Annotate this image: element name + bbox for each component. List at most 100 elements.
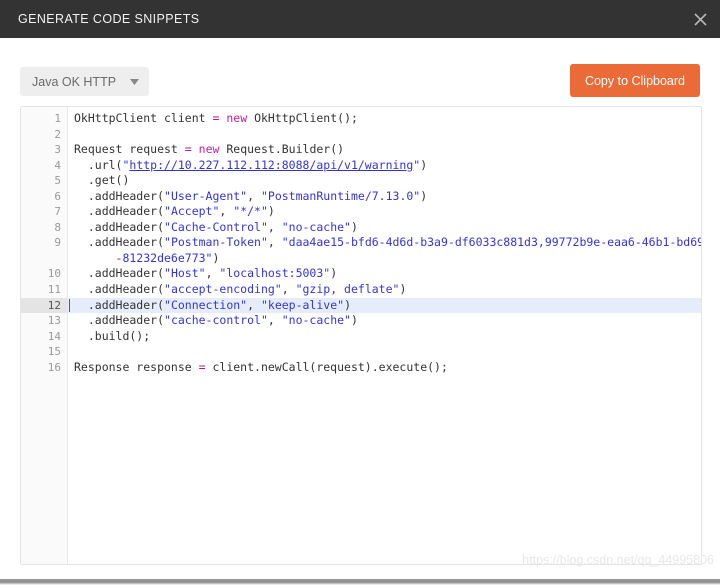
code-line[interactable]: .url("http://10.227.112.112:8088/api/v1/… <box>68 158 701 174</box>
code-token: "gzip, deflate" <box>295 282 400 297</box>
close-icon[interactable] <box>688 7 712 31</box>
code-token: new <box>198 142 220 157</box>
code-token: , <box>247 297 261 312</box>
code-token: .url( <box>74 157 123 172</box>
code-token: ) <box>420 157 428 172</box>
code-token: , <box>247 188 261 203</box>
code-token: "PostmanRuntime/7.13.0" <box>260 188 421 203</box>
code-line[interactable]: .addHeader("User-Agent", "PostmanRuntime… <box>68 189 701 205</box>
code-line[interactable]: .build(); <box>68 329 701 345</box>
line-number: 4 <box>54 158 61 172</box>
code-token: .addHeader( <box>74 188 165 203</box>
line-number <box>21 251 67 267</box>
code-token: "Connection" <box>164 297 248 312</box>
code-token: "*/*" <box>233 204 268 219</box>
code-token: = <box>184 142 192 157</box>
line-number-empty <box>21 500 67 516</box>
code-line[interactable]: Request request = new Request.Builder() <box>68 142 701 158</box>
code-line[interactable]: .addHeader("Postman-Token", "daa4ae15-bf… <box>68 235 701 251</box>
line-number: 9 <box>54 236 61 250</box>
code-token: "Host" <box>164 266 206 281</box>
code-line[interactable] <box>68 127 701 143</box>
line-number: 10 <box>47 267 61 281</box>
line-number: 3 <box>54 143 61 157</box>
code-token: .addHeader( <box>74 204 165 219</box>
line-number-empty <box>21 546 67 562</box>
line-number-empty <box>21 469 67 485</box>
code-token: new <box>226 111 248 125</box>
line-number-empty <box>21 484 67 500</box>
code-token: http://10.227.112.112:8088/api/v1/warnin… <box>129 157 414 172</box>
line-number: 1 <box>54 112 61 125</box>
dialog-title-bar: GENERATE CODE SNIPPETS <box>0 0 720 38</box>
page-title: GENERATE CODE SNIPPETS <box>18 12 200 26</box>
window-bottom-edge <box>0 579 720 585</box>
language-select-value: Java OK HTTP <box>32 74 117 89</box>
code-line[interactable]: .addHeader("Accept", "*/*") <box>68 204 701 220</box>
code-line[interactable]: OkHttpClient client = new OkHttpClient()… <box>68 111 701 127</box>
watermark: https://blog.csdn.net/qq_44995806 <box>522 553 714 567</box>
line-number-empty <box>21 391 67 407</box>
code-token: "daa4ae15-bfd6-4d6d-b3a9-df6033c881d3,99… <box>281 235 701 250</box>
code-token: "cache-control" <box>164 313 268 328</box>
code-token: "no-cache" <box>281 313 351 328</box>
code-token: "localhost:5003" <box>219 266 331 281</box>
code-token: "keep-alive" <box>260 297 345 312</box>
code-line[interactable]: .addHeader("Cache-Control", "no-cache") <box>68 220 701 236</box>
code-token: Request.Builder() <box>219 142 345 157</box>
language-select[interactable]: Java OK HTTP <box>20 67 150 96</box>
dialog-toolbar: Java OK HTTP Copy to Clipboard <box>0 38 720 106</box>
code-token: , <box>281 282 296 297</box>
code-token: -81232de6e773" <box>74 250 213 265</box>
line-number: 12 <box>21 297 67 314</box>
code-token: , <box>267 313 282 328</box>
code-content[interactable]: OkHttpClient client = new OkHttpClient()… <box>68 107 701 564</box>
code-token: , <box>267 235 282 250</box>
code-line[interactable]: .get() <box>68 173 701 189</box>
line-number-empty <box>21 422 67 438</box>
code-token: OkHttpClient(); <box>247 111 358 125</box>
code-token: .addHeader( <box>74 266 165 281</box>
code-token: ) <box>350 313 358 328</box>
code-token: ) <box>420 188 428 203</box>
chevron-down-icon <box>130 78 140 85</box>
code-token: , <box>267 219 282 234</box>
code-token: , <box>219 204 234 219</box>
code-editor[interactable]: 1 2 3 4 5 6 7 8 9 10 11 12 13 14 15 16 OkHttpClient cli… <box>20 106 702 565</box>
code-token: .addHeader( <box>74 313 165 328</box>
copy-to-clipboard-button[interactable]: Copy to Clipboard <box>569 64 700 97</box>
code-line[interactable]: Response response = client.newCall(reque… <box>68 360 701 376</box>
code-line[interactable] <box>68 344 701 360</box>
line-number-empty <box>21 437 67 453</box>
code-token: Response response <box>74 359 199 374</box>
line-number-empty <box>21 453 67 469</box>
line-number: 7 <box>54 205 61 219</box>
code-token: OkHttpClient client <box>74 111 213 125</box>
code-token: .addHeader( <box>74 219 165 234</box>
line-number-empty <box>21 515 67 531</box>
line-number: 11 <box>47 283 61 297</box>
code-line[interactable]: .addHeader("Host", "localhost:5003") <box>68 266 701 282</box>
code-token: ) <box>399 282 407 297</box>
code-token: .addHeader( <box>74 297 165 312</box>
line-number-gutter: 1 2 3 4 5 6 7 8 9 10 11 12 13 14 15 16 <box>21 107 68 564</box>
code-token: "Cache-Control" <box>164 219 268 234</box>
line-number: 5 <box>54 174 61 188</box>
line-number: 14 <box>47 329 61 343</box>
code-token: .addHeader( <box>74 282 165 297</box>
line-number: 16 <box>47 360 61 374</box>
code-token: ) <box>212 250 220 265</box>
code-token: .addHeader( <box>74 235 165 250</box>
code-token: "no-cache" <box>281 219 351 234</box>
code-token: "Accept" <box>164 204 220 219</box>
code-token: .build(); <box>74 328 151 343</box>
code-line[interactable]: .addHeader("accept-encoding", "gzip, def… <box>68 282 701 298</box>
code-line[interactable]: -81232de6e773") <box>68 251 701 267</box>
line-number-empty <box>21 531 67 547</box>
code-token: ) <box>350 219 358 234</box>
code-line[interactable]: .addHeader("Connection", "keep-alive") <box>68 297 701 314</box>
code-line[interactable]: .addHeader("cache-control", "no-cache") <box>68 313 701 329</box>
code-token: ) <box>330 266 338 281</box>
code-token: "User-Agent" <box>164 188 248 203</box>
